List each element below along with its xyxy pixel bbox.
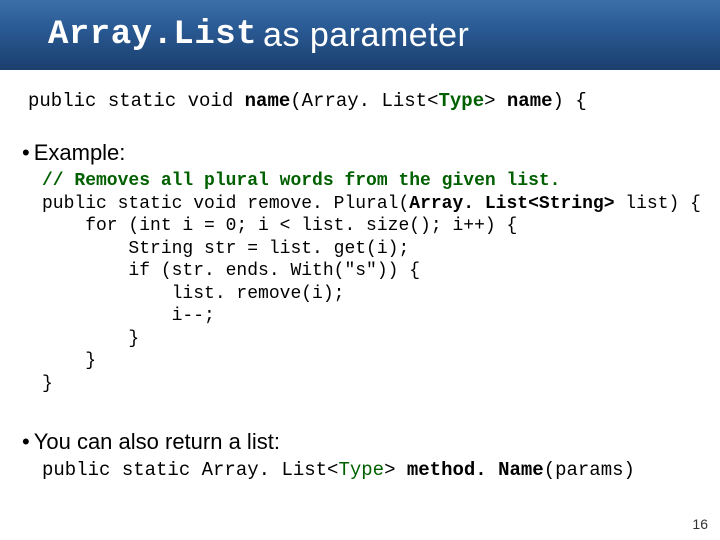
slide-content: public static void name(Array. List<Type…	[0, 70, 720, 481]
ret-mid: >	[384, 459, 407, 481]
code-l8: }	[42, 351, 96, 371]
code-l9: }	[42, 374, 53, 394]
sig-close: >	[484, 90, 507, 112]
code-l1b: Array. List<String>	[409, 194, 614, 214]
code-block: // Removes all plural words from the giv…	[42, 170, 692, 395]
code-l3: String str = list. get(i);	[42, 239, 409, 259]
page-number: 16	[692, 516, 708, 532]
ret-params: (params)	[544, 459, 635, 481]
ret-type: Type	[338, 459, 384, 481]
bullet-return: •You can also return a list:	[22, 429, 692, 455]
title-mono: Array.List	[48, 16, 257, 54]
code-l1c: list) {	[615, 194, 701, 214]
ret-method: method. Name	[407, 459, 544, 481]
sig-type: Type	[438, 90, 484, 112]
code-l4: if (str. ends. With("s")) {	[42, 261, 420, 281]
code-l6: i--;	[42, 306, 215, 326]
code-l2: for (int i = 0; i < list. size(); i++) {	[42, 216, 517, 236]
bullet-example-text: Example:	[34, 140, 126, 165]
sig-name1: name	[245, 90, 291, 112]
sig-end: ) {	[553, 90, 587, 112]
title-rest: as parameter	[263, 16, 469, 55]
sig-prefix: public static void	[28, 90, 245, 112]
sig-open: (Array. List<	[290, 90, 438, 112]
return-signature: public static Array. List<Type> method. …	[42, 459, 692, 481]
bullet-return-text: You can also return a list:	[34, 429, 280, 454]
bullet-dot-icon: •	[22, 429, 30, 454]
ret-prefix: public static Array. List<	[42, 459, 338, 481]
sig-name2: name	[507, 90, 553, 112]
code-l5: list. remove(i);	[42, 284, 344, 304]
code-comment: // Removes all plural words from the giv…	[42, 171, 560, 191]
code-l1a: public static void remove. Plural(	[42, 194, 409, 214]
method-signature: public static void name(Array. List<Type…	[28, 90, 692, 112]
code-l7: }	[42, 329, 139, 349]
bullet-example: •Example:	[22, 140, 692, 166]
bullet-dot-icon: •	[22, 140, 30, 165]
slide: Array.List as parameter public static vo…	[0, 0, 720, 540]
slide-title: Array.List as parameter	[0, 0, 720, 70]
